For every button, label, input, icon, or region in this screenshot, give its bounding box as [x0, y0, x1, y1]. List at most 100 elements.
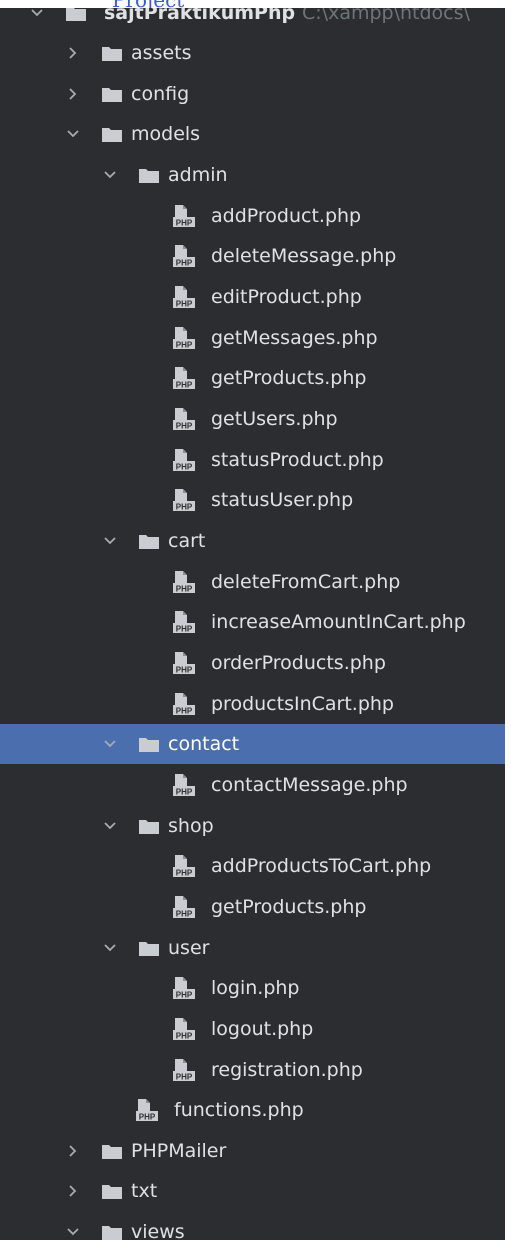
tree-file-row[interactable]: PHP functions.php: [0, 1090, 505, 1130]
folder-icon: [139, 168, 159, 183]
tree-folder-row[interactable]: models: [0, 114, 505, 154]
tree-folder-row[interactable]: contact: [0, 724, 505, 765]
svg-text:PHP: PHP: [176, 665, 193, 674]
tree-folder-row[interactable]: user: [0, 928, 505, 968]
php-file-icon: PHP: [173, 895, 195, 918]
tree-item-label: admin: [168, 163, 228, 186]
svg-text:PHP: PHP: [176, 584, 193, 593]
tree-file-row[interactable]: PHP deleteFromCart.php: [0, 562, 505, 602]
php-file-icon: PHP: [173, 326, 195, 349]
tree-folder-row[interactable]: cart: [0, 521, 505, 561]
svg-text:PHP: PHP: [176, 421, 193, 430]
tree-item-label: getProducts.php: [211, 367, 367, 390]
svg-text:PHP: PHP: [176, 259, 193, 268]
tree-file-row[interactable]: PHP orderProducts.php: [0, 643, 505, 683]
chevron-down-icon[interactable]: [66, 1225, 80, 1239]
folder-icon: [102, 127, 122, 143]
top-strip: Project: [0, 0, 511, 8]
chevron-down-icon[interactable]: [103, 737, 117, 751]
folder-icon: [102, 1144, 122, 1159]
svg-text:PHP: PHP: [176, 340, 193, 349]
tree-file-row[interactable]: PHP addProductsToCart.php: [0, 846, 505, 886]
tree-item-label: deleteFromCart.php: [211, 570, 401, 593]
tree-file-row[interactable]: PHP getMessages.php: [0, 318, 505, 358]
folder-icon: [139, 941, 159, 956]
tree-folder-row[interactable]: views: [0, 1212, 505, 1240]
svg-text:PHP: PHP: [176, 991, 193, 1000]
tree-item-label: orderProducts.php: [211, 651, 386, 674]
chevron-down-icon[interactable]: [66, 127, 80, 141]
tree-file-row[interactable]: PHP increaseAmountInCart.php: [0, 602, 505, 642]
chevron-down-icon[interactable]: [30, 8, 44, 20]
chevron-right-icon[interactable]: [66, 87, 80, 101]
tree-item-label: PHPMailer: [131, 1139, 227, 1162]
tree-folder-row[interactable]: config: [0, 74, 505, 114]
tree-item-label: productsInCart.php: [211, 692, 394, 715]
tree-file-row[interactable]: PHP productsInCart.php: [0, 684, 505, 724]
chevron-down-icon[interactable]: [103, 168, 117, 182]
php-file-icon: PHP: [173, 245, 195, 268]
tree-item-label: addProductsToCart.php: [211, 855, 432, 878]
tree-file-row[interactable]: PHP statusProduct.php: [0, 440, 505, 480]
folder-icon: [139, 534, 159, 549]
svg-text:PHP: PHP: [139, 1113, 156, 1122]
php-file-icon: PHP: [173, 977, 195, 1000]
php-file-icon: PHP: [173, 448, 195, 471]
svg-text:PHP: PHP: [176, 299, 193, 308]
tree-item-label: models: [131, 123, 201, 146]
tree-file-row[interactable]: PHP getProducts.php: [0, 358, 505, 398]
php-file-icon: PHP: [173, 204, 195, 227]
tree-folder-row[interactable]: shop: [0, 806, 505, 846]
tree-file-row[interactable]: PHP statusUser.php: [0, 480, 505, 520]
project-tree-panel: sajtPraktikumPhp C:\xampp\htdocs\ assets…: [0, 8, 505, 1240]
tree-root-row[interactable]: sajtPraktikumPhp C:\xampp\htdocs\: [0, 8, 505, 33]
tree-file-row[interactable]: PHP registration.php: [0, 1050, 505, 1090]
folder-icon: [102, 46, 122, 61]
tree-item-label: getUsers.php: [211, 407, 338, 430]
php-file-icon: PHP: [173, 773, 195, 796]
tree-file-row[interactable]: PHP getUsers.php: [0, 399, 505, 439]
chevron-down-icon[interactable]: [103, 819, 117, 833]
svg-text:PHP: PHP: [176, 869, 193, 878]
svg-text:PHP: PHP: [176, 381, 193, 390]
php-file-icon: PHP: [136, 1099, 158, 1122]
chevron-down-icon[interactable]: [103, 534, 117, 548]
folder-icon: [139, 737, 159, 753]
folder-icon: [66, 8, 86, 21]
tree-item-label: shop: [168, 814, 214, 837]
svg-text:PHP: PHP: [176, 625, 193, 634]
tree-file-row[interactable]: PHP logout.php: [0, 1009, 505, 1049]
svg-text:PHP: PHP: [176, 706, 193, 715]
tree-item-label: cart: [168, 529, 206, 552]
tree-file-row[interactable]: PHP contactMessage.php: [0, 765, 505, 805]
tree-folder-row[interactable]: admin: [0, 155, 505, 195]
tree-folder-row[interactable]: assets: [0, 33, 505, 73]
tree-file-row[interactable]: PHP login.php: [0, 968, 505, 1008]
php-file-icon: PHP: [173, 855, 195, 878]
tree-file-row[interactable]: PHP getProducts.php: [0, 887, 505, 927]
php-file-icon: PHP: [173, 1058, 195, 1081]
php-file-icon: PHP: [173, 1017, 195, 1040]
chevron-down-icon[interactable]: [103, 941, 117, 955]
tree-file-row[interactable]: PHP editProduct.php: [0, 277, 505, 317]
tree-item-label: addProduct.php: [211, 204, 362, 227]
tree-file-row[interactable]: PHP addProduct.php: [0, 196, 505, 236]
php-file-icon: PHP: [173, 692, 195, 715]
tree-folder-row[interactable]: PHPMailer: [0, 1131, 505, 1171]
tree-item-label: assets: [131, 42, 192, 64]
tree-file-row[interactable]: PHP deleteMessage.php: [0, 236, 505, 276]
tree-item-label: editProduct.php: [211, 285, 362, 308]
svg-text:PHP: PHP: [176, 787, 193, 796]
chevron-right-icon[interactable]: [66, 1144, 80, 1158]
project-path: C:\xampp\htdocs\: [302, 8, 470, 24]
svg-text:PHP: PHP: [176, 503, 193, 512]
tree-folder-row[interactable]: txt: [0, 1171, 505, 1211]
tree-item-label: getProducts.php: [211, 895, 367, 918]
tree-item-label: contactMessage.php: [211, 773, 408, 796]
chevron-right-icon[interactable]: [66, 46, 80, 60]
folder-icon: [102, 87, 122, 102]
chevron-right-icon[interactable]: [66, 1184, 80, 1198]
svg-text:PHP: PHP: [176, 462, 193, 471]
tree-item-label: config: [131, 82, 190, 105]
tree-item-label: contact: [168, 733, 240, 756]
